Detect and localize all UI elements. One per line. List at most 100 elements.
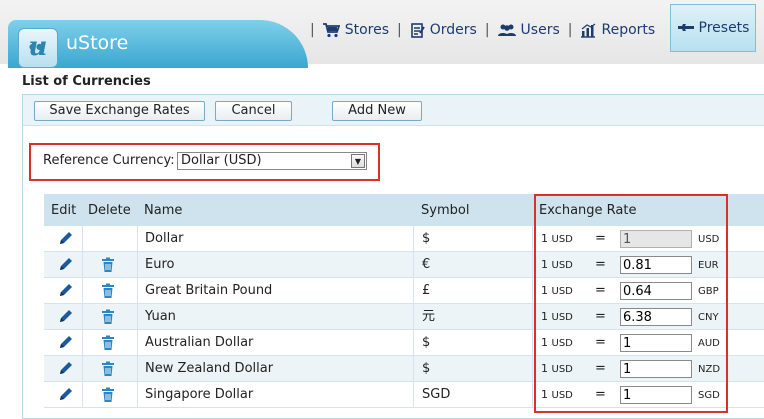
base-amount: 1 USD <box>541 362 573 375</box>
equals-sign: = <box>595 361 606 376</box>
column-divider <box>532 356 533 382</box>
currency-symbol: $ <box>422 231 431 246</box>
nav-label: Reports <box>601 22 656 38</box>
currency-name: Dollar <box>145 231 184 246</box>
save-exchange-rates-button[interactable]: Save Exchange Rates <box>34 101 205 121</box>
column-divider <box>137 226 138 252</box>
nav-label: Orders <box>429 22 477 38</box>
edit-pencil-icon[interactable] <box>57 387 73 403</box>
column-divider <box>413 330 414 356</box>
currency-name: Singapore Dollar <box>145 387 254 402</box>
column-divider <box>82 278 83 304</box>
column-divider <box>137 330 138 356</box>
header-exchange-rate: Exchange Rate <box>539 203 637 218</box>
trash-icon[interactable] <box>101 361 115 377</box>
app-title: uStore <box>66 32 129 54</box>
currency-code: EUR <box>698 260 719 271</box>
nav-label: Presets <box>698 20 750 36</box>
currency-symbol: £ <box>422 283 431 298</box>
table-header: Edit Delete Name Symbol Exchange Rate <box>44 194 764 226</box>
edit-pencil-icon[interactable] <box>57 361 73 377</box>
trash-icon[interactable] <box>101 257 115 273</box>
cart-icon <box>322 22 340 37</box>
column-divider <box>82 330 83 356</box>
table-row: Australian Dollar $ 1 USD = AUD <box>44 330 764 356</box>
orders-icon <box>410 22 425 38</box>
edit-pencil-icon[interactable] <box>57 283 73 299</box>
nav-label: Stores <box>344 22 390 38</box>
column-divider <box>82 252 83 278</box>
edit-pencil-icon[interactable] <box>57 335 73 351</box>
currency-code: GBP <box>698 286 719 297</box>
add-new-button[interactable]: Add New <box>332 101 422 121</box>
toolbar: Save Exchange Rates Cancel Add New <box>23 95 764 126</box>
column-divider <box>413 356 414 382</box>
nav-item-stores[interactable]: Stores <box>315 15 397 45</box>
edit-pencil-icon[interactable] <box>57 309 73 325</box>
table-row: Euro € 1 USD = EUR <box>44 252 764 278</box>
currency-symbol: SGD <box>422 387 451 402</box>
table-row: Yuan 元 1 USD = CNY <box>44 304 764 330</box>
currency-symbol: $ <box>422 335 431 350</box>
nav-item-presets[interactable]: Presets <box>670 4 756 52</box>
nav-item-orders[interactable]: Orders <box>402 15 485 45</box>
nav-item-reports[interactable]: Reports <box>572 15 663 45</box>
currency-code: CNY <box>698 312 719 323</box>
column-divider <box>532 252 533 278</box>
column-divider <box>413 252 414 278</box>
trash-icon[interactable] <box>101 335 115 351</box>
cancel-button[interactable]: Cancel <box>215 101 292 121</box>
column-divider <box>532 278 533 304</box>
equals-sign: = <box>595 257 606 272</box>
column-divider <box>413 226 414 252</box>
page-title: List of Currencies <box>22 74 151 89</box>
column-divider <box>137 382 138 408</box>
currency-code: NZD <box>698 364 721 375</box>
column-divider <box>532 382 533 408</box>
header-name: Name <box>144 203 183 218</box>
exchange-rate-input[interactable] <box>620 308 692 326</box>
column-divider <box>82 226 83 252</box>
table-row: Singapore Dollar SGD 1 USD = SGD <box>44 382 764 408</box>
table-row: New Zealand Dollar $ 1 USD = NZD <box>44 356 764 382</box>
reports-icon <box>581 23 596 38</box>
trash-icon[interactable] <box>101 387 115 403</box>
select-value: Dollar (USD) <box>181 153 262 168</box>
trash-icon[interactable] <box>101 309 115 325</box>
column-divider <box>532 304 533 330</box>
exchange-rate-input[interactable] <box>620 282 692 300</box>
currency-symbol: € <box>422 257 431 272</box>
column-divider <box>532 330 533 356</box>
header-edit: Edit <box>51 203 77 218</box>
exchange-rate-input[interactable] <box>620 386 692 404</box>
column-divider <box>137 278 138 304</box>
reference-currency-label: Reference Currency: <box>43 153 175 168</box>
trash-icon[interactable] <box>101 283 115 299</box>
dropdown-arrow-icon[interactable]: ▼ <box>351 154 365 168</box>
currency-name: New Zealand Dollar <box>145 361 274 376</box>
column-divider <box>413 382 414 408</box>
base-amount: 1 USD <box>541 258 573 271</box>
wrench-icon <box>677 24 694 31</box>
currency-name: Australian Dollar <box>145 335 254 350</box>
exchange-rate-input[interactable] <box>620 360 692 378</box>
column-divider <box>82 304 83 330</box>
edit-pencil-icon[interactable] <box>57 231 73 247</box>
header-delete: Delete <box>88 203 131 218</box>
table-row: Great Britain Pound £ 1 USD = GBP <box>44 278 764 304</box>
currency-name: Euro <box>145 257 175 272</box>
column-divider <box>413 278 414 304</box>
column-divider <box>137 356 138 382</box>
exchange-rate-input[interactable] <box>620 334 692 352</box>
column-divider <box>82 382 83 408</box>
base-amount: 1 USD <box>541 336 573 349</box>
base-amount: 1 USD <box>541 232 573 245</box>
main-nav: | Stores | Orders | Users | Reports <box>310 0 663 60</box>
exchange-rate-input[interactable] <box>620 230 692 248</box>
exchange-rate-input[interactable] <box>620 256 692 274</box>
equals-sign: = <box>595 231 606 246</box>
edit-pencil-icon[interactable] <box>57 257 73 273</box>
reference-currency-select[interactable]: Dollar (USD) ▼ <box>177 152 367 170</box>
nav-item-users[interactable]: Users <box>490 15 568 45</box>
currency-code: AUD <box>698 338 720 349</box>
